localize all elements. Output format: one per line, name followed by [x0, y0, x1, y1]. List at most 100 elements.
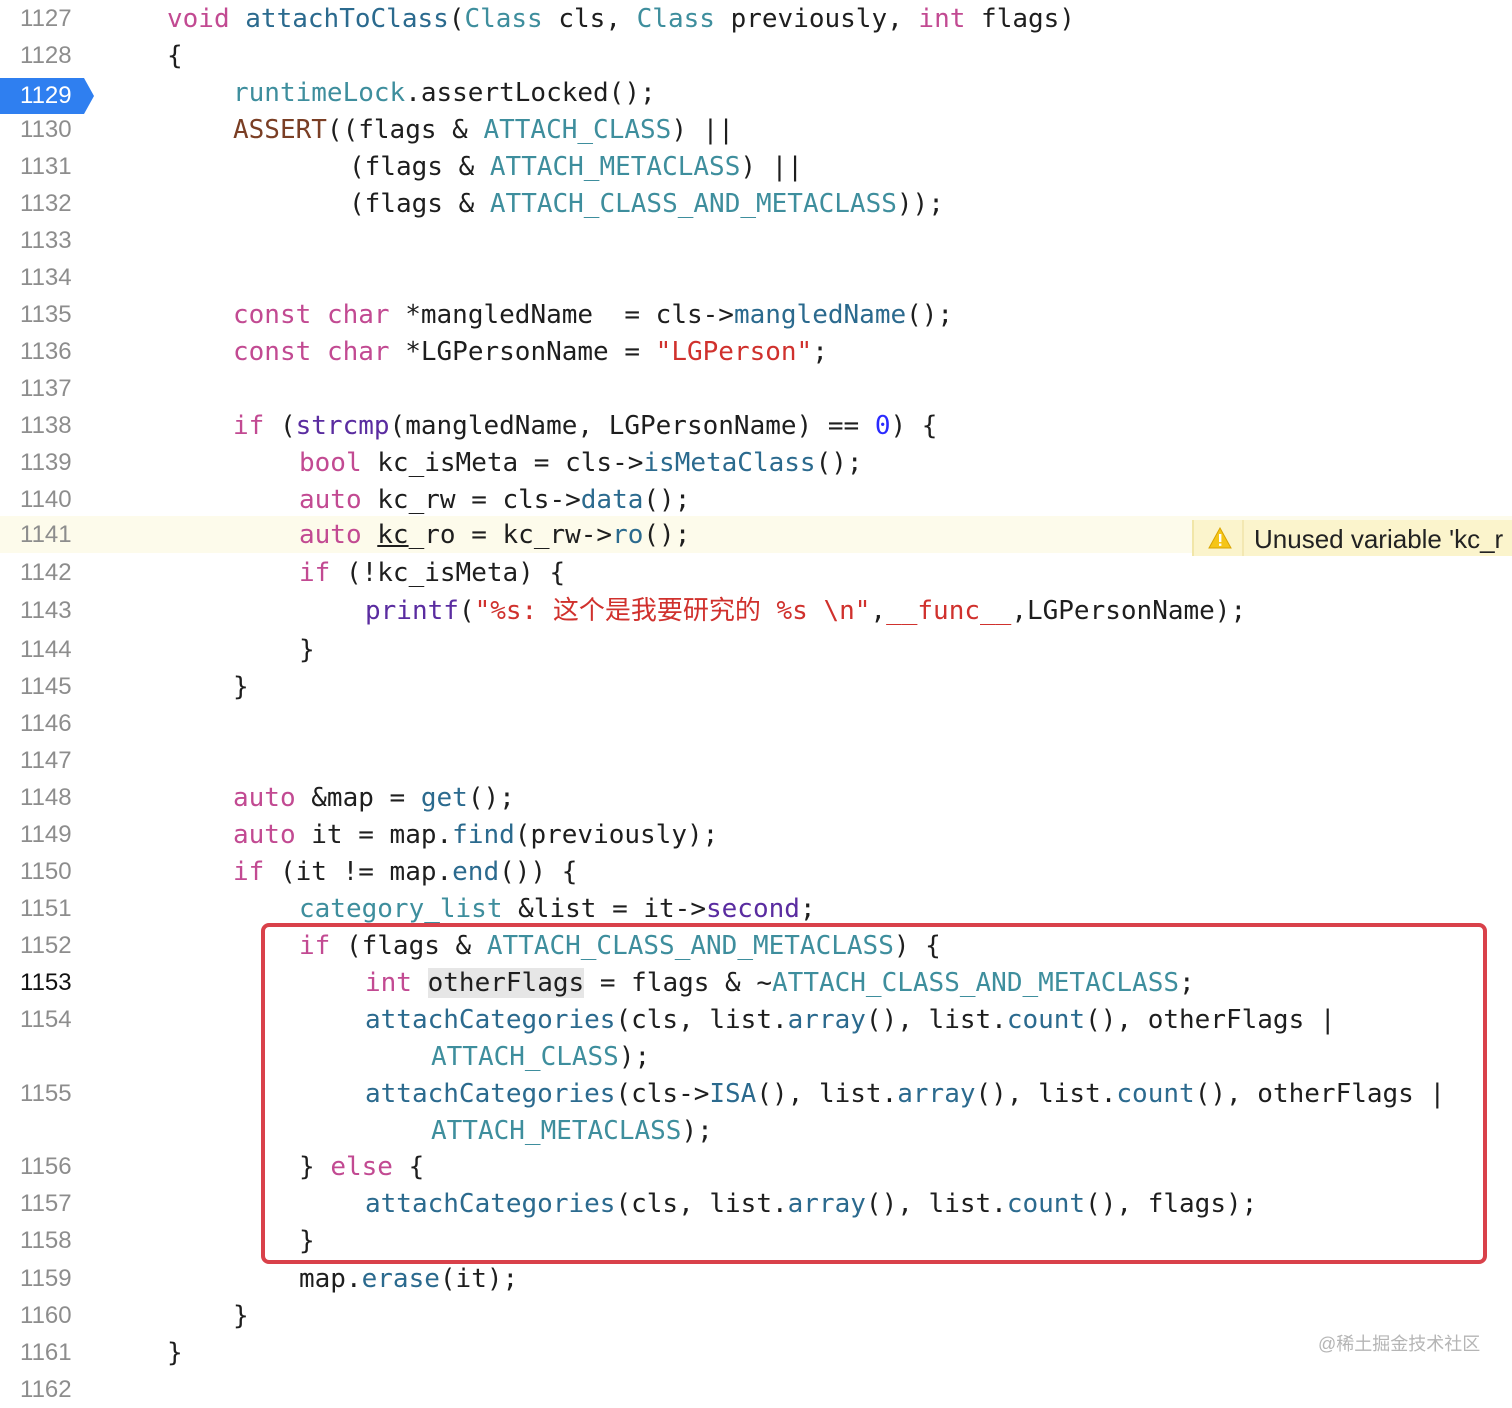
code-token: } — [233, 672, 249, 702]
line-number[interactable]: 1150 — [20, 857, 90, 887]
line-number[interactable]: 1139 — [20, 448, 90, 478]
code-token: if — [233, 857, 265, 887]
line-number[interactable]: 1158 — [20, 1226, 90, 1256]
line-number[interactable]: 1131 — [20, 152, 90, 182]
code-token: { — [167, 41, 183, 71]
code-line[interactable]: 1162 — [0, 1371, 1512, 1408]
code-token: *mangledName = cls-> — [389, 300, 734, 330]
line-number[interactable]: 1137 — [20, 374, 90, 404]
line-number[interactable]: 1153 — [20, 968, 90, 998]
line-number[interactable]: 1146 — [20, 709, 90, 739]
code-line[interactable]: 1127 void attachToClass(Class cls, Class … — [0, 0, 1512, 37]
line-number[interactable]: 1149 — [20, 820, 90, 850]
code-line[interactable]: 1143 printf("%s: 这个是我要研究的 %s \n",__func__… — [0, 592, 1512, 629]
code-token: data — [580, 485, 644, 515]
line-number[interactable]: 1130 — [20, 115, 90, 145]
line-number[interactable]: 1128 — [20, 41, 90, 71]
line-number[interactable]: 1136 — [20, 337, 90, 367]
line-number[interactable]: 1144 — [20, 635, 90, 665]
code-line[interactable]: 1132 (flags & ATTACH_CLASS_AND_METACLASS)… — [0, 185, 1512, 222]
code-line[interactable]: 1142 if (!kc_isMeta) { — [0, 554, 1512, 591]
code-token: (it != map. — [264, 857, 453, 887]
code-line[interactable]: 1149 auto it = map.find(previously); — [0, 816, 1512, 853]
code-token: (); — [906, 300, 954, 330]
line-number[interactable]: 1159 — [20, 1264, 90, 1294]
breakpoint-indicator[interactable]: 1129 — [0, 78, 94, 114]
code-line[interactable]: 1136 const char *LGPersonName = "LGPerson… — [0, 333, 1512, 370]
code-line[interactable]: 1139 bool kc_isMeta = cls->isMetaClass(); — [0, 444, 1512, 481]
code-token: ( — [448, 4, 465, 34]
line-number[interactable]: 1151 — [20, 894, 90, 924]
code-line[interactable]: 1131 (flags & ATTACH_METACLASS) || — [0, 148, 1512, 185]
code-line[interactable]: 1148 auto &map = get(); — [0, 779, 1512, 816]
code-token: category_list — [299, 894, 503, 924]
line-number[interactable]: 1157 — [20, 1189, 90, 1219]
code-token: it = map. — [295, 820, 453, 850]
line-number[interactable]: 1154 — [20, 1005, 90, 1035]
line-number[interactable]: 1142 — [20, 558, 90, 588]
code-token: if — [233, 411, 265, 441]
code-line[interactable]: 1160} — [0, 1297, 1512, 1334]
code-text: (flags & ATTACH_CLASS_AND_METACLASS)); — [349, 189, 944, 219]
code-line[interactable]: 1159 map.erase(it); — [0, 1260, 1512, 1297]
code-token: (flags & — [349, 152, 490, 182]
code-token: char — [326, 337, 390, 367]
unused-variable-warning[interactable]: Unused variable 'kc_r — [1192, 520, 1512, 556]
code-text: { — [167, 41, 183, 71]
line-number[interactable]: 1161 — [20, 1338, 90, 1368]
code-token: ATTACH_METACLASS — [489, 152, 741, 182]
line-number[interactable]: 1140 — [20, 485, 90, 515]
code-line[interactable]: 1133 — [0, 222, 1512, 259]
code-line[interactable]: 1130 ASSERT((flags & ATTACH_CLASS) || — [0, 111, 1512, 148]
code-line[interactable]: 1135 const char *mangledName = cls->mangl… — [0, 296, 1512, 333]
code-line[interactable]: 1137 — [0, 370, 1512, 407]
line-number[interactable]: 1127 — [20, 4, 90, 34]
line-number[interactable]: 1148 — [20, 783, 90, 813]
warning-message: Unused variable 'kc_r — [1254, 524, 1504, 554]
code-line[interactable]: 1128 { — [0, 37, 1512, 74]
line-number[interactable]: 1152 — [20, 931, 90, 961]
code-line[interactable]: 1161} — [0, 1334, 1512, 1371]
line-number[interactable]: 1141 — [20, 520, 90, 550]
warning-separator — [1242, 520, 1244, 556]
code-line[interactable]: 1134 — [0, 259, 1512, 296]
line-number[interactable]: 1135 — [20, 300, 90, 330]
code-text: auto kc_rw = cls->data(); — [299, 485, 690, 515]
code-token: (it); — [439, 1264, 519, 1294]
code-line[interactable]: runtimeLock.assertLocked(); — [0, 74, 1512, 111]
code-line[interactable]: 1140 auto kc_rw = cls->data(); — [0, 481, 1512, 518]
code-line[interactable]: 1150 if (it != map.end()) { — [0, 853, 1512, 890]
code-text: } — [167, 1338, 183, 1368]
code-line[interactable]: 1147 — [0, 742, 1512, 779]
line-number[interactable]: 1138 — [20, 411, 90, 441]
line-number[interactable]: 1147 — [20, 746, 90, 776]
code-token: ,LGPersonName); — [1011, 596, 1247, 626]
line-number[interactable]: 1145 — [20, 672, 90, 702]
code-token: __func__ — [886, 596, 1012, 626]
code-line[interactable]: 1151 category_list &list = it->second; — [0, 890, 1512, 927]
code-token: &map = — [295, 783, 421, 813]
code-token: (mangledName, LGPersonName) == — [389, 411, 875, 441]
code-token: *LGPersonName = — [389, 337, 656, 367]
line-number[interactable]: 1155 — [20, 1079, 90, 1109]
line-number[interactable]: 1132 — [20, 189, 90, 219]
line-number[interactable]: 1133 — [20, 226, 90, 256]
code-token: const — [233, 300, 312, 330]
line-number[interactable]: 1160 — [20, 1301, 90, 1331]
line-number[interactable]: 1143 — [20, 596, 90, 626]
line-number[interactable]: 1134 — [20, 263, 90, 293]
code-token: "LGPerson" — [655, 337, 813, 367]
code-text: } — [233, 672, 249, 702]
code-token: strcmp — [295, 411, 390, 441]
line-number[interactable]: 1162 — [20, 1375, 90, 1405]
code-token: (flags & — [349, 189, 490, 219]
code-token: bool — [299, 448, 362, 478]
code-token: ATTACH_CLASS_AND_METACLASS — [489, 189, 897, 219]
line-number[interactable]: 1156 — [20, 1152, 90, 1182]
code-line[interactable]: 1146 — [0, 705, 1512, 742]
code-line[interactable]: 1145} — [0, 668, 1512, 705]
code-line[interactable]: 1144} — [0, 631, 1512, 668]
code-line[interactable]: 1138 if (strcmp(mangledName, LGPersonName… — [0, 407, 1512, 444]
